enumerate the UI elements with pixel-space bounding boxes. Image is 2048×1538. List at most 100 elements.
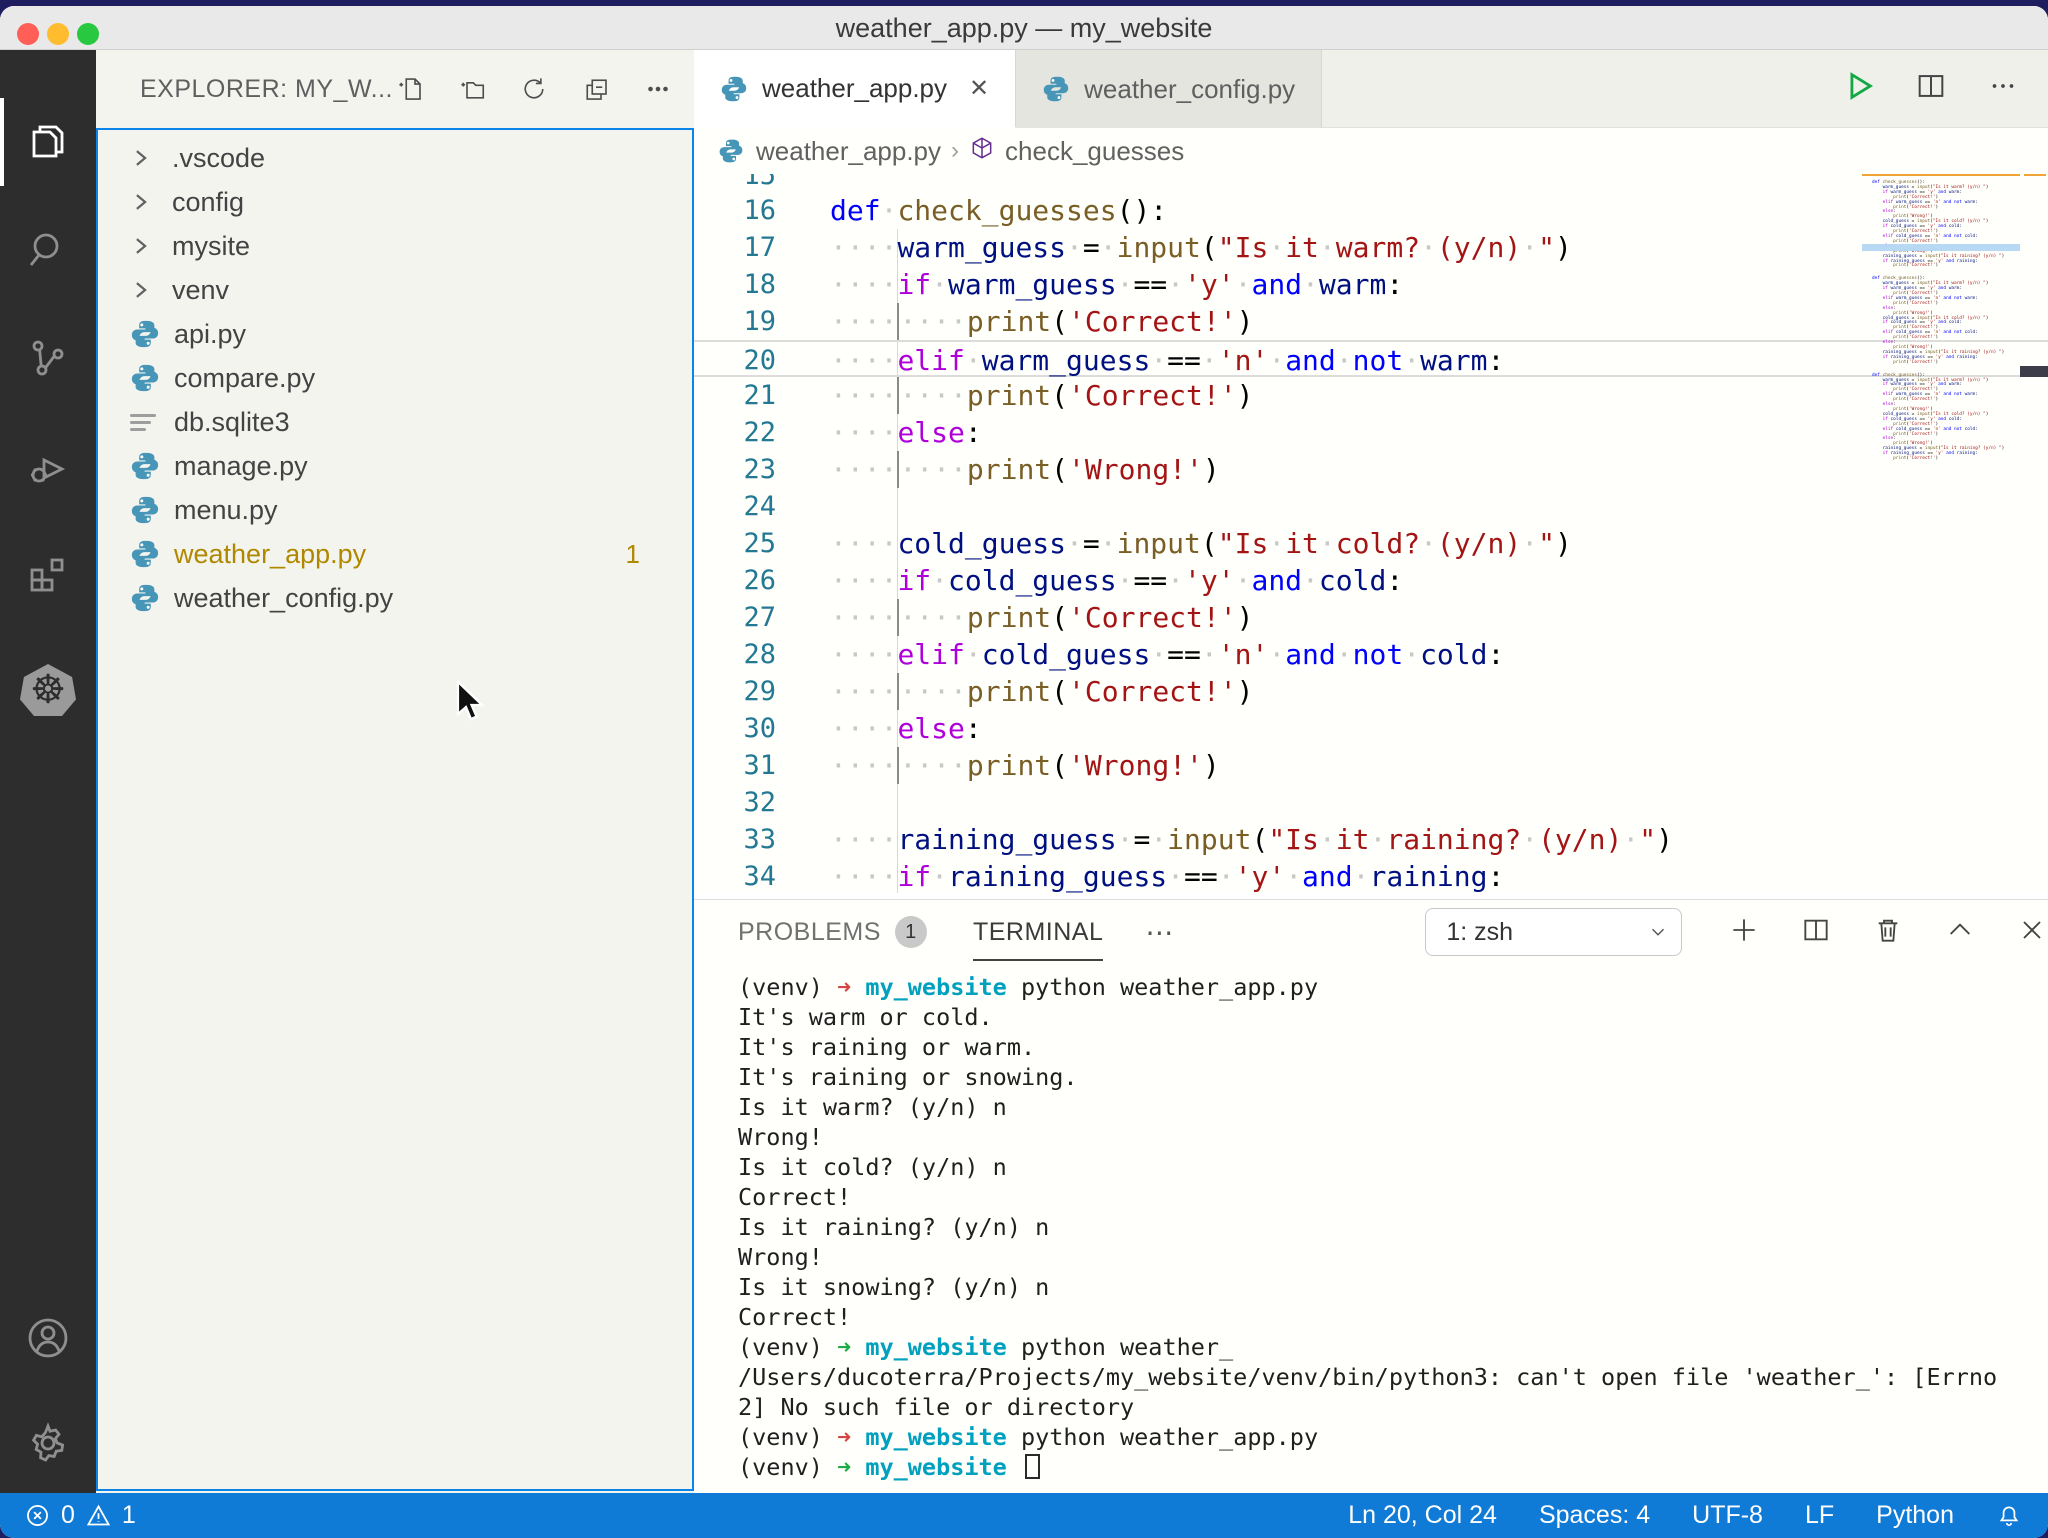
- editor-tab-bar: weather_app.py ✕ weather_config.py: [694, 50, 2048, 128]
- whitespace-dots: ·: [1336, 638, 1353, 671]
- file-item-label: weather_app.py: [174, 539, 366, 570]
- whitespace-dots: ····: [830, 749, 897, 782]
- file-item-label: db.sqlite3: [174, 407, 290, 438]
- line-number: 33: [694, 821, 800, 858]
- sidebar-item-extensions[interactable]: [0, 526, 96, 622]
- terminal-prompt-line: (venv) ➜ my_website python weather_app.p…: [738, 1422, 2048, 1452]
- panel-more-tabs-button[interactable]: ⋯: [1145, 916, 1175, 949]
- whitespace-dots: ·: [1235, 268, 1252, 301]
- terminal-output-line: Correct!: [738, 1302, 2048, 1332]
- whitespace-dots: ·: [1167, 860, 1184, 893]
- tab-problems[interactable]: PROBLEMS 1: [738, 916, 927, 948]
- minimap[interactable]: def check_guesses(): warm_guess = input(…: [1862, 174, 2020, 465]
- run-icon: [1842, 69, 1876, 103]
- file-item[interactable]: .vscode: [98, 136, 692, 180]
- ellipsis-icon: [643, 74, 673, 104]
- terminal-output-line: Correct!: [738, 1182, 2048, 1212]
- file-item[interactable]: manage.py: [98, 444, 692, 488]
- whitespace-dots: ·: [1235, 564, 1252, 597]
- file-tree: .vscode config mysite venv api.py compare.p…: [96, 128, 694, 1491]
- eol-status[interactable]: LF: [1805, 1501, 1834, 1530]
- code-line-content: ····elif·cold_guess·==·'n'·and·not·cold:: [800, 636, 1504, 673]
- notifications-bell-icon[interactable]: [1996, 1503, 2022, 1529]
- cursor-position-status[interactable]: Ln 20, Col 24: [1348, 1501, 1497, 1530]
- ellipsis-icon: [1986, 69, 2020, 103]
- tab-terminal[interactable]: TERMINAL: [973, 918, 1103, 947]
- window-title: weather_app.py — my_website: [0, 6, 2048, 50]
- tab-weather-app[interactable]: weather_app.py ✕: [694, 50, 1016, 128]
- sidebar-item-source-control[interactable]: [0, 310, 96, 406]
- terminal-output[interactable]: (venv) ➜ my_website python weather_app.p…: [694, 972, 2048, 1493]
- code-editor[interactable]: 1516def·check_guesses():17····warm_guess…: [694, 174, 2048, 893]
- collapse-folders-button[interactable]: [579, 72, 613, 106]
- explorer-title: EXPLORER: MY_W...: [140, 75, 393, 104]
- chevron-up-icon: [1944, 914, 1976, 946]
- active-tab-underline: [973, 959, 1103, 961]
- file-item-label: mysite: [172, 231, 250, 262]
- indentation-status[interactable]: Spaces: 4: [1539, 1501, 1650, 1530]
- language-mode-status[interactable]: Python: [1876, 1501, 1954, 1530]
- line-number: 20: [694, 342, 800, 375]
- editor-more-actions-button[interactable]: [1986, 69, 2020, 108]
- code-line: 29········print('Correct!'): [694, 673, 2048, 710]
- file-item-label: .vscode: [172, 143, 265, 174]
- file-item-label: compare.py: [174, 363, 315, 394]
- encoding-status[interactable]: UTF-8: [1692, 1501, 1763, 1530]
- terminal-shell-dropdown[interactable]: 1: zsh: [1425, 908, 1682, 956]
- refresh-button[interactable]: [517, 72, 551, 106]
- file-item-label: api.py: [174, 319, 246, 350]
- working-directory-label: my_website: [865, 973, 1006, 1001]
- maximize-panel-button[interactable]: [1944, 914, 1976, 951]
- code-line: 27········print('Correct!'): [694, 599, 2048, 636]
- split-editor-button[interactable]: [1914, 69, 1948, 108]
- breadcrumb-symbol[interactable]: check_guesses: [1005, 136, 1184, 167]
- kill-terminal-button[interactable]: [1872, 914, 1904, 951]
- file-item[interactable]: menu.py: [98, 488, 692, 532]
- whitespace-dots: ····: [830, 453, 897, 486]
- file-item[interactable]: compare.py: [98, 356, 692, 400]
- file-item[interactable]: weather_app.py1: [98, 532, 692, 576]
- screenshot-root: weather_app.py — my_website ☸: [0, 0, 2048, 1538]
- whitespace-dots: ·: [965, 638, 982, 671]
- sidebar-item-kubernetes[interactable]: ☸: [0, 642, 96, 738]
- close-tab-icon[interactable]: ✕: [969, 74, 989, 103]
- titlebar[interactable]: weather_app.py — my_website: [0, 6, 2048, 50]
- explorer-more-button[interactable]: [641, 72, 675, 106]
- sidebar-item-run-debug[interactable]: [0, 418, 96, 514]
- tab-label: weather_app.py: [762, 73, 947, 104]
- sidebar-explorer: EXPLORER: MY_W... .vscode config mysite ven…: [96, 50, 694, 1493]
- file-item[interactable]: venv: [98, 268, 692, 312]
- account-button[interactable]: [0, 1290, 96, 1386]
- chevron-right-icon: [130, 147, 160, 169]
- breadcrumb-file[interactable]: weather_app.py: [756, 136, 941, 167]
- whitespace-dots: ····: [830, 344, 897, 377]
- new-folder-button[interactable]: [455, 72, 489, 106]
- status-bar: 0 1 Ln 20, Col 24 Spaces: 4 UTF-8 LF Pyt…: [0, 1493, 2048, 1538]
- sidebar-item-search[interactable]: [0, 202, 96, 298]
- new-terminal-button[interactable]: [1728, 914, 1760, 951]
- terminal-cursor: [1025, 1454, 1040, 1479]
- file-item[interactable]: api.py: [98, 312, 692, 356]
- problems-status[interactable]: 0 1: [24, 1501, 136, 1530]
- run-python-file-button[interactable]: [1842, 69, 1876, 108]
- split-terminal-button[interactable]: [1800, 914, 1832, 951]
- file-item[interactable]: db.sqlite3: [98, 400, 692, 444]
- file-item[interactable]: config: [98, 180, 692, 224]
- new-file-button[interactable]: [393, 72, 427, 106]
- tab-weather-config[interactable]: weather_config.py: [1016, 50, 1322, 128]
- whitespace-dots: ·: [1319, 231, 1336, 264]
- warning-count: 1: [122, 1501, 136, 1530]
- line-number: 17: [694, 229, 800, 266]
- file-item-label: venv: [172, 275, 229, 306]
- file-item[interactable]: mysite: [98, 224, 692, 268]
- close-panel-button[interactable]: [2016, 914, 2048, 951]
- file-item[interactable]: weather_config.py: [98, 576, 692, 620]
- sidebar-item-explorer[interactable]: [0, 94, 96, 190]
- whitespace-dots: ····: [899, 675, 966, 708]
- prompt-arrow-icon: ➜: [837, 1453, 865, 1481]
- whitespace-dots: ····: [830, 860, 897, 893]
- breadcrumb[interactable]: weather_app.py › check_guesses: [694, 128, 2048, 174]
- settings-button[interactable]: [0, 1395, 96, 1491]
- line-number: 18: [694, 266, 800, 303]
- whitespace-dots: ····: [830, 823, 897, 856]
